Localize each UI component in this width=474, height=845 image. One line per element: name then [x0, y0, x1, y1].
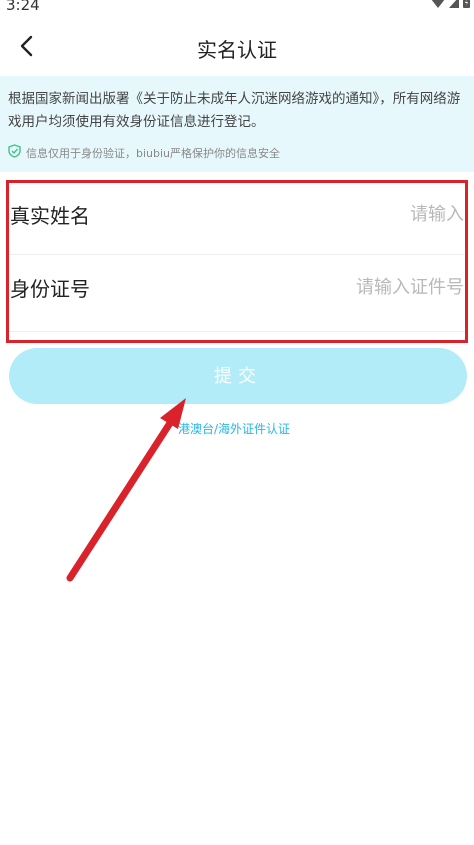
overseas-id-link[interactable]: 港澳台/海外证件认证: [178, 420, 290, 437]
id-number-input[interactable]: [162, 269, 466, 305]
shield-check-icon: [8, 144, 21, 161]
name-label: 真实姓名: [10, 204, 90, 228]
real-name-form: 真实姓名 身份证号: [6, 182, 468, 332]
name-row: 真实姓名: [6, 182, 468, 255]
notice-text: 根据国家新闻出版署《关于防止未成年人沉迷网络游戏的通知》，所有网络游戏用户均须使…: [8, 91, 461, 130]
id-row: 身份证号: [6, 255, 468, 332]
id-label: 身份证号: [10, 277, 90, 301]
page-title: 实名认证: [197, 38, 277, 62]
name-input[interactable]: [162, 196, 466, 232]
submit-button[interactable]: 提交: [9, 348, 467, 404]
status-bar: 3:24: [0, 0, 474, 14]
signal-icon: [449, 0, 459, 8]
wifi-icon: [431, 0, 445, 8]
status-icons: [431, 0, 470, 8]
status-time: 3:24: [6, 0, 40, 14]
notice-banner: 根据国家新闻出版署《关于防止未成年人沉迷网络游戏的通知》，所有网络游戏用户均须使…: [0, 76, 474, 172]
nav-bar: 实名认证: [0, 22, 474, 74]
battery-icon: [463, 0, 470, 8]
safety-note: 信息仅用于身份验证，biubiu严格保护你的信息安全: [8, 144, 280, 161]
safety-note-text: 信息仅用于身份验证，biubiu严格保护你的信息安全: [26, 146, 281, 160]
